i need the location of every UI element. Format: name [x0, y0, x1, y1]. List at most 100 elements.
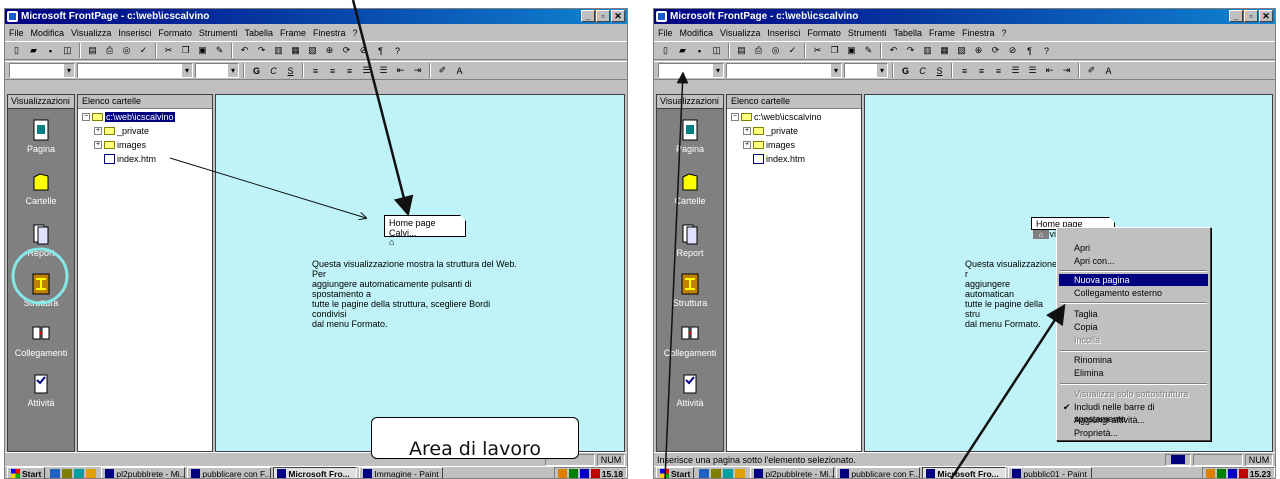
menu-item-add-task[interactable]: Aggiungi attività... — [1059, 414, 1208, 426]
task-button[interactable]: pl2pubblrete - Mi... — [101, 467, 186, 478]
increase-indent-icon[interactable]: ⇥ — [1059, 63, 1074, 78]
menu-help[interactable]: ? — [353, 28, 358, 38]
spelling-icon[interactable]: ✓ — [785, 43, 800, 58]
close-button[interactable]: ✕ — [611, 10, 625, 22]
tree-item-images[interactable]: + images — [743, 140, 795, 150]
menu-item-open-with[interactable]: Apri con... — [1059, 255, 1208, 267]
tree-root[interactable]: − c:\web\icscalvino — [82, 112, 175, 122]
tray-icon[interactable] — [1205, 469, 1215, 478]
undo-icon[interactable]: ↶ — [886, 43, 901, 58]
tree-item-private[interactable]: + _private — [94, 126, 149, 136]
bold-icon[interactable]: G — [249, 63, 264, 78]
menu-item-copy[interactable]: Copia — [1059, 321, 1208, 333]
start-button[interactable]: Start — [7, 467, 46, 478]
italic-icon[interactable]: C — [915, 63, 930, 78]
tree-item-private[interactable]: + _private — [743, 126, 798, 136]
menu-inserisci[interactable]: Inserisci — [767, 28, 800, 38]
cut-icon[interactable]: ✂ — [161, 43, 176, 58]
maximize-button[interactable]: ▫ — [596, 10, 610, 22]
paste-icon[interactable]: ▣ — [844, 43, 859, 58]
view-folders[interactable]: Cartelle — [657, 171, 723, 206]
start-button[interactable]: Start — [656, 467, 695, 478]
style-dropdown[interactable] — [9, 63, 75, 78]
menu-frame[interactable]: Frame — [280, 28, 306, 38]
image-icon[interactable]: ▧ — [305, 43, 320, 58]
align-center-icon[interactable]: ≡ — [325, 63, 340, 78]
font-dropdown[interactable] — [77, 63, 193, 78]
menu-visualizza[interactable]: Visualizza — [720, 28, 760, 38]
channels-icon[interactable] — [86, 468, 97, 478]
style-dropdown[interactable] — [658, 63, 724, 78]
table-icon[interactable]: ▦ — [288, 43, 303, 58]
outlook-icon[interactable] — [711, 468, 722, 478]
highlight-color-icon[interactable]: ✐ — [435, 63, 450, 78]
align-left-icon[interactable]: ≡ — [957, 63, 972, 78]
menu-modifica[interactable]: Modifica — [680, 28, 714, 38]
hyperlink-icon[interactable]: ⊕ — [322, 43, 337, 58]
underline-icon[interactable]: S — [283, 63, 298, 78]
menu-item-cut[interactable]: Taglia — [1059, 308, 1208, 320]
desktop-icon[interactable] — [723, 468, 734, 478]
copy-icon[interactable]: ❐ — [178, 43, 193, 58]
view-tasks[interactable]: Attività — [8, 373, 74, 408]
view-reports[interactable]: Report — [657, 223, 723, 258]
collapse-icon[interactable]: − — [82, 113, 90, 121]
tray-icon[interactable] — [579, 469, 589, 478]
tray-icon[interactable] — [590, 469, 600, 478]
stop-icon[interactable]: ⊘ — [356, 43, 371, 58]
menu-strumenti[interactable]: Strumenti — [199, 28, 238, 38]
components-icon[interactable]: ▥ — [271, 43, 286, 58]
menu-inserisci[interactable]: Inserisci — [118, 28, 151, 38]
size-dropdown[interactable] — [844, 63, 888, 78]
view-page[interactable]: Pagina — [657, 119, 723, 154]
menu-strumenti[interactable]: Strumenti — [848, 28, 887, 38]
align-right-icon[interactable]: ≡ — [991, 63, 1006, 78]
tray-icon[interactable] — [1238, 469, 1248, 478]
new-page-icon[interactable]: ▯ — [9, 43, 24, 58]
font-dropdown[interactable] — [726, 63, 842, 78]
show-all-icon[interactable]: ¶ — [1022, 43, 1037, 58]
view-tasks[interactable]: Attività — [657, 373, 723, 408]
menu-visualizza[interactable]: Visualizza — [71, 28, 111, 38]
menu-item-delete[interactable]: Elimina — [1059, 367, 1208, 379]
tree-root[interactable]: − c:\web\icscalvino — [731, 112, 822, 122]
font-color-icon[interactable]: A — [452, 63, 467, 78]
view-reports[interactable]: Report — [8, 223, 74, 258]
expand-icon[interactable]: + — [94, 141, 102, 149]
folder-list-icon[interactable]: ▤ — [734, 43, 749, 58]
show-all-icon[interactable]: ¶ — [373, 43, 388, 58]
view-navigation[interactable]: Struttura — [657, 273, 723, 308]
view-navigation[interactable]: Struttura — [8, 273, 74, 308]
tray-icon[interactable] — [1216, 469, 1226, 478]
tree-item-index[interactable]: index.htm — [104, 154, 156, 164]
menu-tabella[interactable]: Tabella — [244, 28, 273, 38]
font-color-icon[interactable]: A — [1101, 63, 1116, 78]
menu-formato[interactable]: Formato — [807, 28, 841, 38]
decrease-indent-icon[interactable]: ⇤ — [393, 63, 408, 78]
maximize-button[interactable]: ▫ — [1244, 10, 1258, 22]
numbered-list-icon[interactable]: ☰ — [1008, 63, 1023, 78]
channels-icon[interactable] — [735, 468, 746, 478]
expand-icon[interactable]: + — [743, 141, 751, 149]
view-folders[interactable]: Cartelle — [8, 171, 74, 206]
table-icon[interactable]: ▦ — [937, 43, 952, 58]
redo-icon[interactable]: ↷ — [903, 43, 918, 58]
menu-finestra[interactable]: Finestra — [313, 28, 346, 38]
menu-item-properties[interactable]: Proprietà... — [1059, 427, 1208, 439]
menu-frame[interactable]: Frame — [929, 28, 955, 38]
italic-icon[interactable]: C — [266, 63, 281, 78]
print-icon[interactable]: ⎙ — [102, 43, 117, 58]
print-icon[interactable]: ⎙ — [751, 43, 766, 58]
task-button[interactable]: pubblicare con F... — [187, 467, 272, 478]
menu-finestra[interactable]: Finestra — [962, 28, 995, 38]
align-right-icon[interactable]: ≡ — [342, 63, 357, 78]
tray-icon[interactable] — [568, 469, 578, 478]
undo-icon[interactable]: ↶ — [237, 43, 252, 58]
view-hyperlinks[interactable]: Collegamenti — [8, 323, 74, 358]
tray-icon[interactable] — [557, 469, 567, 478]
desktop-icon[interactable] — [74, 468, 85, 478]
highlight-color-icon[interactable]: ✐ — [1084, 63, 1099, 78]
folder-list-icon[interactable]: ▤ — [85, 43, 100, 58]
decrease-indent-icon[interactable]: ⇤ — [1042, 63, 1057, 78]
menu-tabella[interactable]: Tabella — [893, 28, 922, 38]
